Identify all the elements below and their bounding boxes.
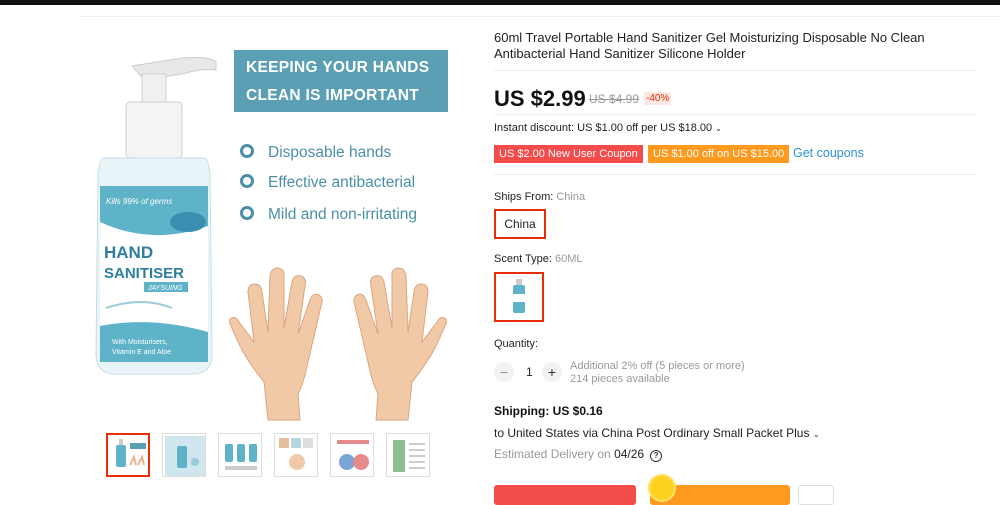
- quantity-decrease-button[interactable]: −: [494, 362, 514, 382]
- thumbnail-image: [337, 440, 369, 470]
- scent-type-label: Scent Type: 60ML: [494, 253, 582, 265]
- scent-type-title: Scent Type:: [494, 253, 552, 265]
- top-bar: [0, 0, 1000, 5]
- get-coupons-link[interactable]: Get coupons: [793, 146, 864, 160]
- banner-line-1: KEEPING YOUR HANDS: [246, 59, 430, 76]
- bulk-discount-note: Additional 2% off (5 pieces or more): [570, 360, 745, 372]
- divider: [494, 174, 976, 175]
- thumbnail-5[interactable]: [330, 433, 374, 477]
- feature-item: Mild and non-irritating: [240, 206, 417, 224]
- delivery-date: 04/26: [614, 447, 645, 461]
- option-label: China: [504, 217, 536, 231]
- scent-option-thumbnail: [513, 279, 525, 313]
- original-price: US $4.99: [589, 92, 640, 106]
- thumbnail-2[interactable]: [162, 433, 206, 477]
- thumbnail-6[interactable]: [386, 433, 430, 477]
- wishlist-button[interactable]: [798, 485, 834, 505]
- divider: [494, 114, 976, 115]
- bullet-ring-icon: [240, 206, 254, 220]
- help-icon[interactable]: ?: [650, 450, 663, 462]
- feature-text: Mild and non-irritating: [268, 206, 418, 223]
- new-user-coupon[interactable]: US $2.00 New User Coupon: [494, 145, 643, 163]
- product-main-image[interactable]: Kills 99% of germs HAND SANITISER JAYSUI…: [82, 36, 462, 424]
- shipping-route-text: to United States via China Post Ordinary…: [494, 426, 810, 440]
- ships-from-label: Ships From: China: [494, 191, 585, 203]
- scent-type-value: 60ML: [554, 253, 583, 265]
- instant-discount[interactable]: Instant discount: US $1.00 off per US $1…: [494, 122, 722, 134]
- chevron-down-icon: ⌄: [812, 430, 820, 439]
- store-coupon[interactable]: US $1.00 off on US $15.00: [648, 145, 790, 163]
- ships-from-title: Ships From:: [494, 191, 554, 203]
- thumbnail-3[interactable]: [218, 433, 262, 477]
- bottle-tag-text: Kills 99% of germs: [106, 197, 172, 206]
- chevron-down-icon: ⌄: [715, 124, 722, 133]
- feature-item: Effective antibacterial: [240, 174, 415, 192]
- divider: [494, 70, 976, 71]
- quantity-label: Quantity:: [494, 338, 539, 350]
- header-divider: [80, 16, 1000, 17]
- coin-icon: [648, 474, 676, 502]
- bullet-ring-icon: [240, 144, 254, 158]
- delivery-label: Estimated Delivery on: [494, 447, 611, 461]
- quantity-increase-button[interactable]: +: [542, 362, 562, 382]
- image-banner: KEEPING YOUR HANDS CLEAN IS IMPORTANT: [234, 50, 448, 112]
- bottle-small-line2: Vitamin E and Aloe: [112, 349, 171, 356]
- pieces-available: 214 pieces available: [570, 373, 670, 385]
- thumbnail-image: [279, 438, 313, 470]
- thumbnail-image: [165, 436, 205, 476]
- bottle-small-line1: With Moisturisers,: [112, 339, 168, 346]
- banner-line-2: CLEAN IS IMPORTANT: [246, 87, 420, 104]
- quantity-value[interactable]: 1: [526, 365, 533, 379]
- sanitizer-bottle-illustration: Kills 99% of germs HAND SANITISER JAYSUI…: [95, 57, 217, 375]
- current-price: US $2.99: [494, 86, 586, 111]
- estimated-delivery: Estimated Delivery on 04/26?: [494, 447, 663, 462]
- thumbnail-image: [225, 444, 257, 470]
- feature-text: Effective antibacterial: [268, 174, 416, 191]
- bottle-brand: JAYSUING: [147, 285, 183, 292]
- bullet-ring-icon: [240, 174, 254, 188]
- thumbnail-1[interactable]: [106, 433, 150, 477]
- hands-illustration: [229, 267, 447, 421]
- ships-from-option-china[interactable]: China: [494, 209, 546, 239]
- bottle-name-line1: HAND: [104, 243, 153, 262]
- thumbnail-image: [393, 440, 425, 472]
- thumbnail-4[interactable]: [274, 433, 318, 477]
- product-title: 60ml Travel Portable Hand Sanitizer Gel …: [494, 30, 925, 61]
- discount-badge: -40%: [644, 92, 672, 105]
- shipping-route[interactable]: to United States via China Post Ordinary…: [494, 426, 820, 440]
- feature-text: Disposable hands: [268, 144, 392, 161]
- ships-from-value: China: [556, 191, 586, 203]
- scent-option-60ml[interactable]: [494, 272, 544, 322]
- feature-item: Disposable hands: [240, 144, 391, 162]
- bottle-name-line2: SANITISER: [104, 265, 184, 282]
- thumbnail-image: [116, 439, 146, 467]
- buy-now-button[interactable]: [494, 485, 636, 505]
- shipping-cost: Shipping: US $0.16: [494, 404, 603, 418]
- instant-discount-text: Instant discount: US $1.00 off per US $1…: [494, 122, 713, 134]
